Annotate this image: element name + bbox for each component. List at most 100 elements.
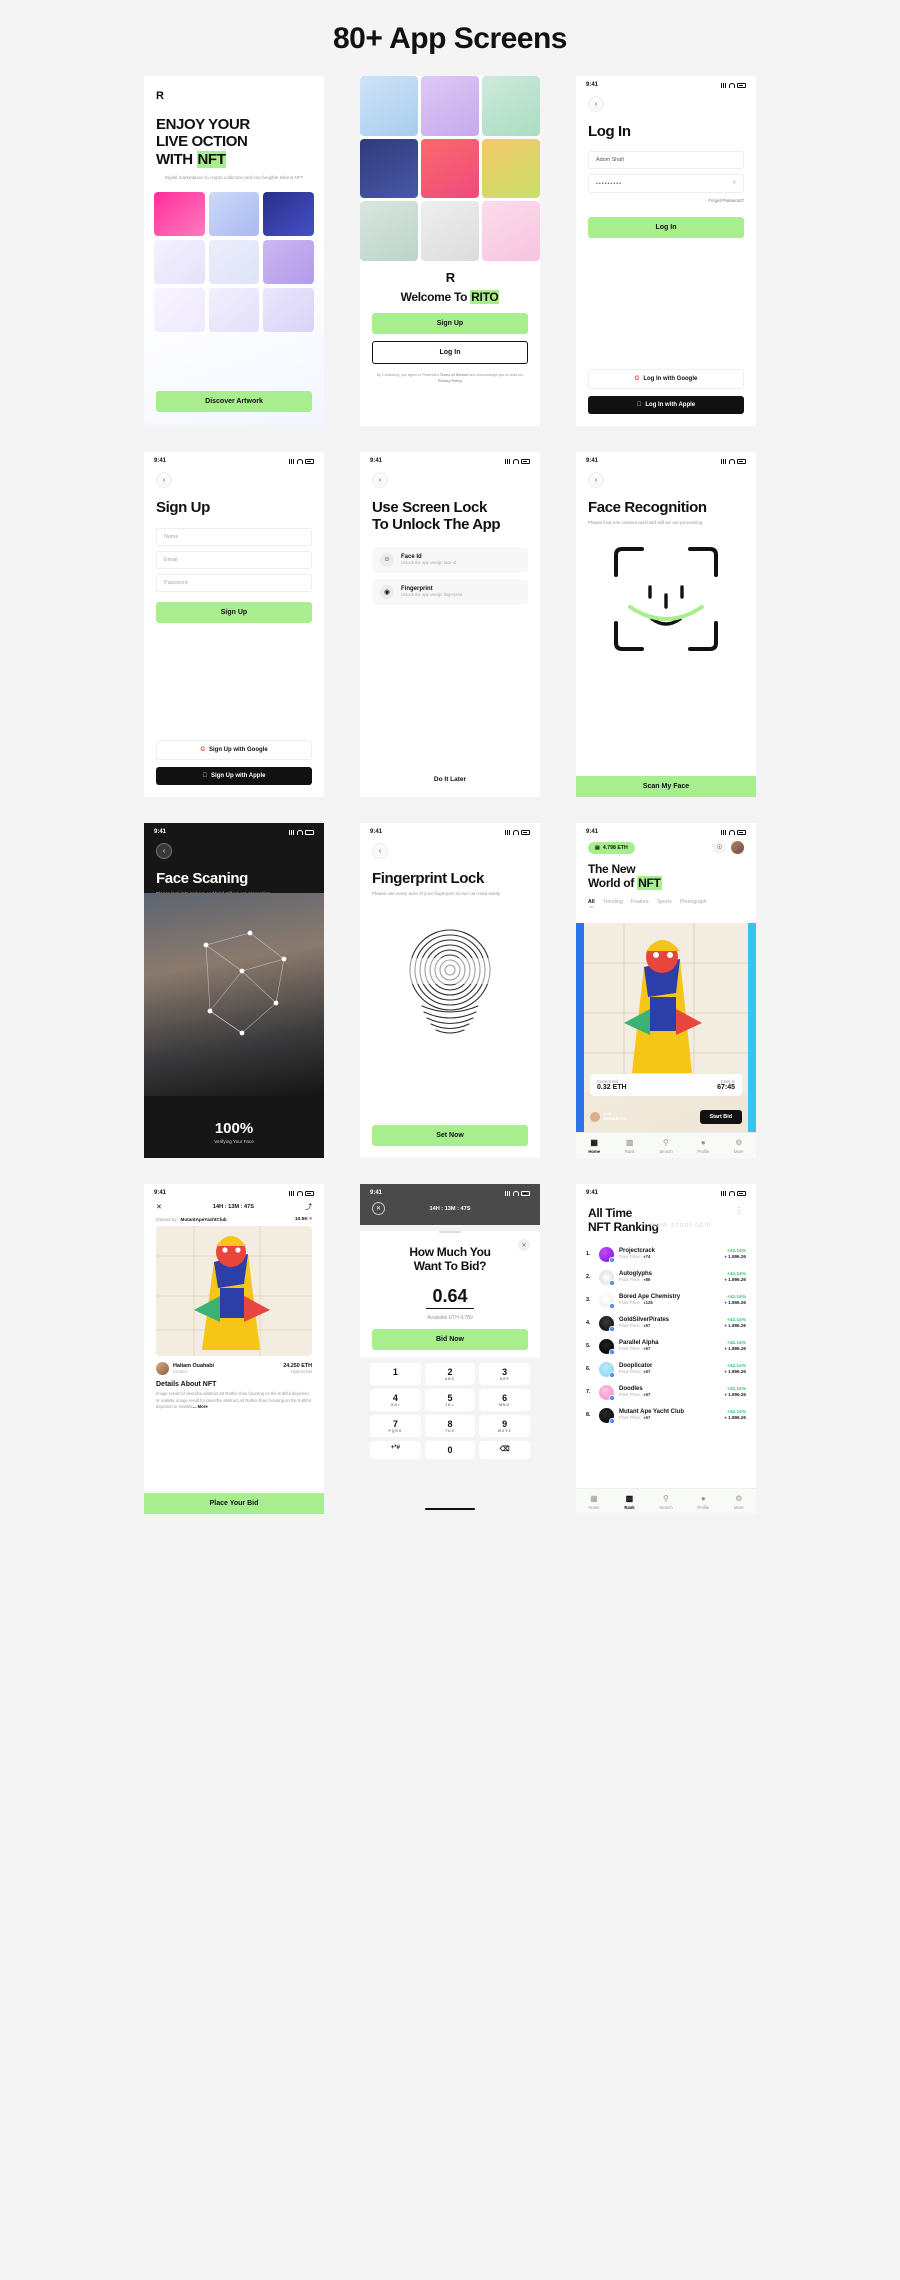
bid-amount-input[interactable]: 0.64 <box>426 1285 474 1309</box>
likes-value: 10.5K <box>294 1217 308 1222</box>
scan-my-face-button[interactable]: Scan My Face <box>576 776 756 797</box>
close-icon[interactable]: ✕ <box>156 1203 162 1211</box>
tab-photograph[interactable]: Photograph <box>680 899 707 905</box>
signup-button[interactable]: Sign Up <box>372 313 528 335</box>
key-2[interactable]: 2 ABC <box>424 1362 476 1385</box>
key-8[interactable]: 8 TUV <box>424 1414 476 1437</box>
do-it-later-button[interactable]: Do It Later <box>360 776 540 783</box>
key-3[interactable]: 3 DEF <box>479 1362 530 1385</box>
back-button[interactable]: ‹ <box>156 843 172 859</box>
nav-profile[interactable]: ● Profile <box>697 1138 709 1154</box>
floor-price-value: 67 <box>645 1323 651 1329</box>
set-now-button[interactable]: Set Now <box>372 1125 528 1146</box>
key-6[interactable]: 6 MNO <box>479 1388 530 1411</box>
more-link[interactable]: ... More <box>193 1404 208 1409</box>
back-button[interactable]: ‹ <box>156 472 172 488</box>
signup-submit-button[interactable]: Sign Up <box>156 602 312 624</box>
table-row[interactable]: 5. ✓ Parallel Alpha Floor Price : ♦67 +4… <box>576 1335 756 1358</box>
nav-search[interactable]: ⚲ Search <box>659 1138 672 1154</box>
tab-all[interactable]: All <box>588 899 595 908</box>
drag-handle[interactable] <box>439 1231 461 1233</box>
status-time: 9:41 <box>154 1190 167 1196</box>
table-row[interactable]: 4. ✓ GoldSilverPirates Floor Price : ♦67… <box>576 1312 756 1335</box>
battery-icon <box>737 1190 746 1196</box>
verified-icon: ✓ <box>609 1394 615 1401</box>
share-icon[interactable]: ⤴ <box>305 1202 312 1212</box>
back-button[interactable]: ‹ <box>588 472 604 488</box>
floor-price-label: Floor Price : <box>619 1369 643 1375</box>
tab-feature[interactable]: Feature <box>631 899 649 905</box>
username-input[interactable]: Adom Shafi <box>588 151 744 170</box>
close-button[interactable]: ✕ <box>372 1202 385 1215</box>
login-submit-button[interactable]: Log In <box>588 217 744 239</box>
key-backspace[interactable]: ⌫ <box>479 1440 530 1459</box>
key-3-digit: 3 <box>502 1366 508 1377</box>
password-input[interactable]: Password <box>156 574 312 593</box>
nav-more[interactable]: ⚙ More <box>734 1138 744 1154</box>
discover-artwork-button[interactable]: Discover Artwork <box>156 391 312 412</box>
owner-name[interactable]: MutantApeYachtClub <box>181 1217 227 1222</box>
nav-rank[interactable]: ▩ Rank <box>624 1494 634 1510</box>
screen-signup: 9:41 ‹ Sign Up Name Email Password Sign … <box>144 452 324 797</box>
option-face-id[interactable]: ☺ Face Id Unlock the app useign face-id <box>372 546 528 573</box>
dismiss-button[interactable]: ✕ <box>518 1239 530 1251</box>
onboarding-title-line3: WITH NFT <box>156 150 312 168</box>
start-bid-button[interactable]: Start Bid <box>699 1110 742 1124</box>
key-5[interactable]: 5 JKL <box>424 1388 476 1411</box>
screens-grid: R ENJOY YOUR LIVE OCTION WITH NFT Digita… <box>0 76 900 1514</box>
place-your-bid-button[interactable]: Place Your Bid <box>144 1493 324 1514</box>
name-input[interactable]: Name <box>156 528 312 547</box>
nav-search[interactable]: ⚲ Search <box>659 1494 672 1510</box>
table-row[interactable]: 2. ✓ Autoglyphs Floor Price : ♦86 +42.14… <box>576 1266 756 1289</box>
key-0[interactable]: 0 <box>424 1440 476 1459</box>
signup-google-button[interactable]: G Sign Up with Google <box>156 740 312 760</box>
onboarding-title-highlight: NFT <box>196 150 227 168</box>
key-4[interactable]: 4 GHI <box>370 1388 421 1411</box>
back-button[interactable]: ‹ <box>372 472 388 488</box>
bid-now-button[interactable]: Bid Now <box>372 1328 528 1350</box>
wallet-balance-badge[interactable]: ▤ 4.798 ETH <box>588 841 635 854</box>
tab-trending[interactable]: Trending <box>603 899 623 905</box>
avatar[interactable] <box>731 841 744 854</box>
key-6-digit: 6 <box>502 1392 508 1403</box>
table-row[interactable]: 1. ✓ Projectcrack Floor Price : ♦74 +43.… <box>576 1243 756 1266</box>
nav-more[interactable]: ⚙ More <box>734 1494 744 1510</box>
like-count[interactable]: 10.5K ♥ <box>295 1217 312 1222</box>
login-button[interactable]: Log In <box>372 341 528 365</box>
nav-home[interactable]: ▦ Home <box>588 1138 600 1154</box>
nav-profile-label: Profile <box>697 1504 710 1510</box>
email-input[interactable]: Email <box>156 551 312 570</box>
notification-bell-icon[interactable]: ☉ <box>713 841 726 854</box>
floor-price-label: Floor Price : <box>619 1277 643 1283</box>
more-icon: ⚙ <box>735 1493 743 1503</box>
menu-icon[interactable]: ⋮ <box>735 1206 744 1215</box>
nav-rank[interactable]: ▩ Rank <box>625 1138 635 1154</box>
table-row[interactable]: 3. ✓ Bored Ape Chemistry Floor Price : ♦… <box>576 1289 756 1312</box>
option-fingerprint[interactable]: ◉ Fingerprint Unlock the app useign fing… <box>372 578 528 605</box>
table-row[interactable]: 6. ✓ Dooplicator Floor Price : ♦67 +42.1… <box>576 1358 756 1381</box>
privacy-policy-link[interactable]: Privacy Policy <box>438 379 462 383</box>
eye-icon[interactable]: ⌾ <box>733 180 736 187</box>
close-icon: ✕ <box>375 1206 382 1212</box>
table-row[interactable]: 8. ✓ Mutant Ape Yacht Club Floor Price :… <box>576 1404 756 1427</box>
nav-home[interactable]: ▦ Home <box>588 1494 599 1510</box>
back-button[interactable]: ‹ <box>372 843 388 859</box>
terms-of-service-link[interactable]: Terms of Service <box>440 373 469 377</box>
table-row[interactable]: 7. ✓ Doodles Floor Price : ♦67 +42.14% ♦… <box>576 1381 756 1404</box>
nav-profile[interactable]: ● Profile <box>697 1494 709 1510</box>
onboarding-title-line2: LIVE OCTION <box>156 133 248 151</box>
login-google-button[interactable]: G Log In with Google <box>588 369 744 389</box>
signal-icon <box>721 1190 727 1196</box>
tab-sports[interactable]: Sports <box>657 899 672 905</box>
key-symbols[interactable]: +*# <box>370 1440 421 1459</box>
battery-icon <box>305 829 314 835</box>
forgot-password-link[interactable]: Forget Password? <box>588 198 744 203</box>
key-9[interactable]: 9 WXYZ <box>479 1414 530 1437</box>
signup-apple-button[interactable]:  Sign Up with Apple <box>156 767 312 785</box>
password-input[interactable]: ••••••••• ⌾ <box>588 174 744 194</box>
back-button[interactable]: ‹ <box>588 96 604 112</box>
login-apple-button[interactable]:  Log In with Apple <box>588 396 744 414</box>
key-7[interactable]: 7 PQRS <box>370 1414 421 1437</box>
key-1[interactable]: 1 <box>370 1362 421 1385</box>
featured-card[interactable]: Current Bid 0.32 ETH Ends in 67:45 Artis… <box>576 923 756 1132</box>
